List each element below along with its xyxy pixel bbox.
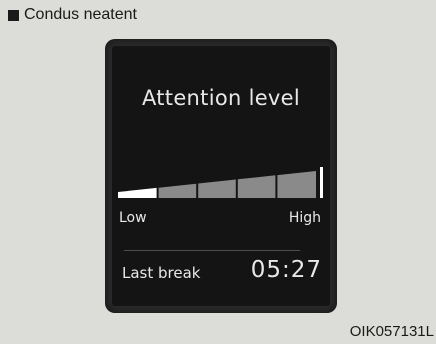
gauge-segment-active — [118, 187, 157, 198]
last-break-label: Last break — [122, 264, 201, 282]
divider — [124, 250, 300, 251]
attention-gauge — [118, 167, 323, 198]
gauge-high-label: High — [288, 210, 321, 226]
cluster-display: Attention level Low High Last break 05:2… — [105, 39, 337, 313]
last-break-time: 05:27 — [250, 257, 322, 283]
page: Condus neatent Attention level Low High … — [0, 0, 436, 344]
section-title: Condus neatent — [24, 6, 137, 23]
gauge-segment — [277, 171, 316, 198]
figure-caption: OIK057131L — [349, 323, 434, 340]
gauge-end-marker — [320, 167, 323, 198]
gauge-segment — [198, 179, 236, 198]
gauge-low-label: Low — [119, 210, 147, 226]
gauge-segment — [237, 175, 276, 198]
section-header: Condus neatent — [8, 7, 137, 23]
gauge-segment — [158, 183, 197, 198]
display-screen: Attention level Low High Last break 05:2… — [112, 46, 330, 306]
square-bullet-icon — [8, 9, 19, 21]
attention-level-title: Attention level — [141, 86, 301, 110]
